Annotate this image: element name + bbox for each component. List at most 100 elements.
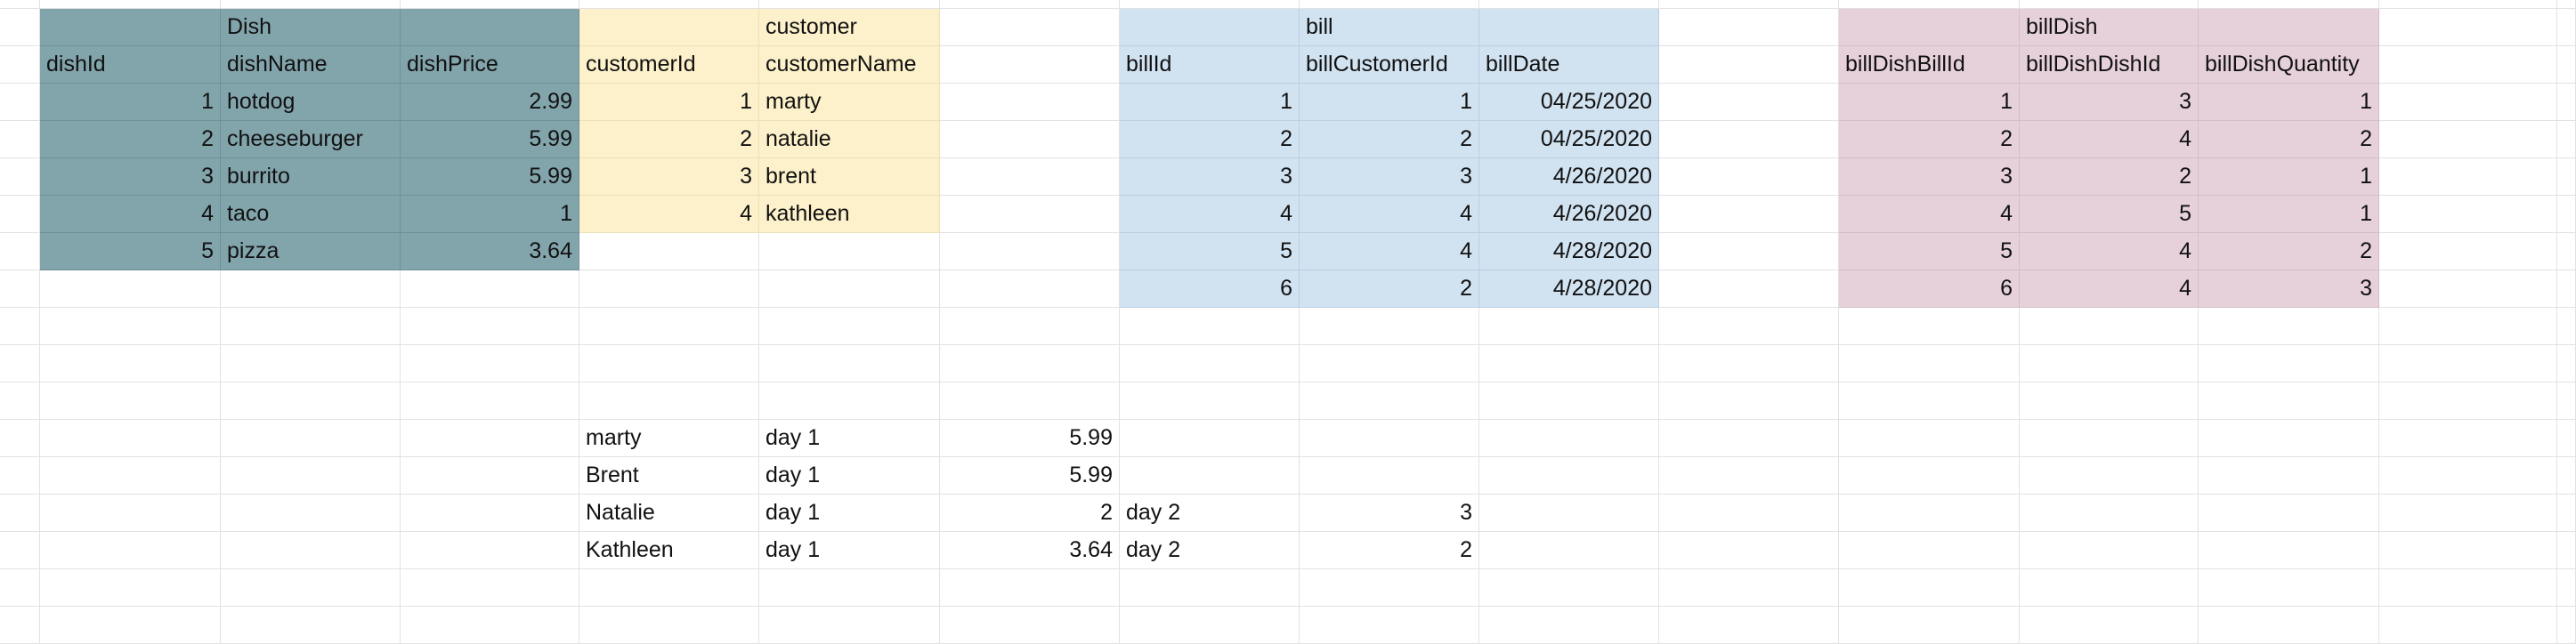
empty-cell[interactable] [221, 345, 401, 382]
notes-cell[interactable]: Natalie [579, 495, 759, 532]
spreadsheet-grid[interactable]: Dish dishId dishName dishPrice 1 hotdog 2.99 2 c… [0, 0, 2576, 644]
empty-cell[interactable] [1479, 345, 1659, 382]
bill_table-cell[interactable]: 3 [1120, 158, 1300, 196]
bill_table-cell[interactable]: 1 [1120, 84, 1300, 121]
empty-cell[interactable] [2557, 532, 2576, 569]
notes-cell[interactable]: 2 [940, 495, 1120, 532]
empty-cell[interactable] [1479, 420, 1659, 457]
empty-cell[interactable] [940, 196, 1120, 233]
bill_table-cell[interactable]: 2 [1300, 121, 1479, 158]
empty-cell[interactable] [40, 420, 221, 457]
bill_table-cell[interactable]: 04/25/2020 [1479, 121, 1659, 158]
empty-cell[interactable] [221, 569, 401, 607]
empty-cell[interactable] [40, 495, 221, 532]
bill_table-cell[interactable]: 4 [1300, 233, 1479, 270]
dish_table-cell[interactable]: 5 [40, 233, 221, 270]
empty-cell[interactable] [401, 420, 579, 457]
empty-cell[interactable] [1120, 382, 1300, 420]
empty-cell[interactable] [2557, 0, 2576, 9]
empty-cell[interactable] [2199, 345, 2379, 382]
empty-cell[interactable] [401, 345, 579, 382]
customer_table-cell[interactable]: 1 [579, 84, 759, 121]
empty-cell[interactable] [1659, 495, 1839, 532]
billdish_table-cell[interactable]: 6 [1839, 270, 2020, 308]
empty-cell[interactable] [2379, 46, 2557, 84]
empty-cell[interactable] [2199, 420, 2379, 457]
empty-cell[interactable] [401, 495, 579, 532]
empty-cell[interactable] [1120, 308, 1300, 345]
bill_table-cell[interactable]: 4/28/2020 [1479, 270, 1659, 308]
notes-cell[interactable]: 3.64 [940, 532, 1120, 569]
customer_table-cell[interactable]: 3 [579, 158, 759, 196]
empty-cell[interactable] [0, 382, 40, 420]
empty-cell[interactable] [40, 270, 221, 308]
bill_table-title-row-cell[interactable] [1479, 9, 1659, 46]
dish_table-cell[interactable]: taco [221, 196, 401, 233]
empty-cell[interactable] [2557, 121, 2576, 158]
empty-cell[interactable] [0, 420, 40, 457]
empty-cell[interactable] [221, 382, 401, 420]
notes-cell[interactable]: day 1 [759, 420, 940, 457]
empty-cell[interactable] [2199, 569, 2379, 607]
notes-cell[interactable]: Kathleen [579, 532, 759, 569]
empty-cell[interactable] [2379, 233, 2557, 270]
empty-cell[interactable] [940, 233, 1120, 270]
empty-cell[interactable] [1479, 607, 1659, 644]
empty-cell[interactable] [1300, 607, 1479, 644]
empty-cell[interactable] [940, 158, 1120, 196]
bill_table-cell[interactable]: 2 [1120, 121, 1300, 158]
empty-cell[interactable] [0, 0, 40, 9]
empty-cell[interactable] [1659, 270, 1839, 308]
empty-cell[interactable] [2557, 607, 2576, 644]
empty-cell[interactable] [2199, 457, 2379, 495]
empty-cell[interactable] [40, 457, 221, 495]
customer_table-title[interactable]: customer [759, 9, 940, 46]
empty-cell[interactable] [940, 84, 1120, 121]
empty-cell[interactable] [1300, 569, 1479, 607]
empty-cell[interactable] [401, 270, 579, 308]
empty-cell[interactable] [2020, 569, 2199, 607]
empty-cell[interactable] [1479, 532, 1659, 569]
dish_table-cell[interactable]: 5.99 [401, 121, 579, 158]
empty-cell[interactable] [2199, 0, 2379, 9]
billdish_table-cell[interactable]: 1 [2199, 196, 2379, 233]
empty-cell[interactable] [759, 308, 940, 345]
empty-cell[interactable] [1479, 495, 1659, 532]
notes-cell[interactable] [1300, 457, 1479, 495]
billdish_table-cell[interactable]: 1 [2199, 158, 2379, 196]
empty-cell[interactable] [1839, 308, 2020, 345]
dish_table-cell[interactable]: pizza [221, 233, 401, 270]
billdish_table-cell[interactable]: 2 [1839, 121, 2020, 158]
billdish_table-title[interactable]: billDish [2020, 9, 2199, 46]
billdish_table-cell[interactable]: 3 [2199, 270, 2379, 308]
billdish_table-cell[interactable]: 2 [2199, 121, 2379, 158]
empty-cell[interactable] [1659, 382, 1839, 420]
notes-cell[interactable]: day 1 [759, 457, 940, 495]
empty-cell[interactable] [759, 569, 940, 607]
empty-cell[interactable] [2379, 495, 2557, 532]
empty-cell[interactable] [2020, 308, 2199, 345]
dish_table-title-row-cell[interactable] [40, 9, 221, 46]
empty-cell[interactable] [2020, 457, 2199, 495]
empty-cell[interactable] [2379, 0, 2557, 9]
empty-cell[interactable] [759, 233, 940, 270]
billdish_table-header-billDishQuantity[interactable]: billDishQuantity [2199, 46, 2379, 84]
bill_table-header-billCustomerId[interactable]: billCustomerId [1300, 46, 1479, 84]
empty-cell[interactable] [1659, 158, 1839, 196]
empty-cell[interactable] [2557, 420, 2576, 457]
empty-cell[interactable] [1659, 0, 1839, 9]
empty-cell[interactable] [0, 607, 40, 644]
empty-cell[interactable] [2379, 345, 2557, 382]
empty-cell[interactable] [2557, 308, 2576, 345]
customer_table-cell[interactable]: natalie [759, 121, 940, 158]
empty-cell[interactable] [1839, 0, 2020, 9]
empty-cell[interactable] [2379, 121, 2557, 158]
empty-cell[interactable] [579, 607, 759, 644]
empty-cell[interactable] [0, 569, 40, 607]
empty-cell[interactable] [40, 569, 221, 607]
bill_table-cell[interactable]: 4/28/2020 [1479, 233, 1659, 270]
empty-cell[interactable] [1659, 84, 1839, 121]
empty-cell[interactable] [221, 457, 401, 495]
billdish_table-cell[interactable]: 4 [2020, 121, 2199, 158]
empty-cell[interactable] [2379, 607, 2557, 644]
